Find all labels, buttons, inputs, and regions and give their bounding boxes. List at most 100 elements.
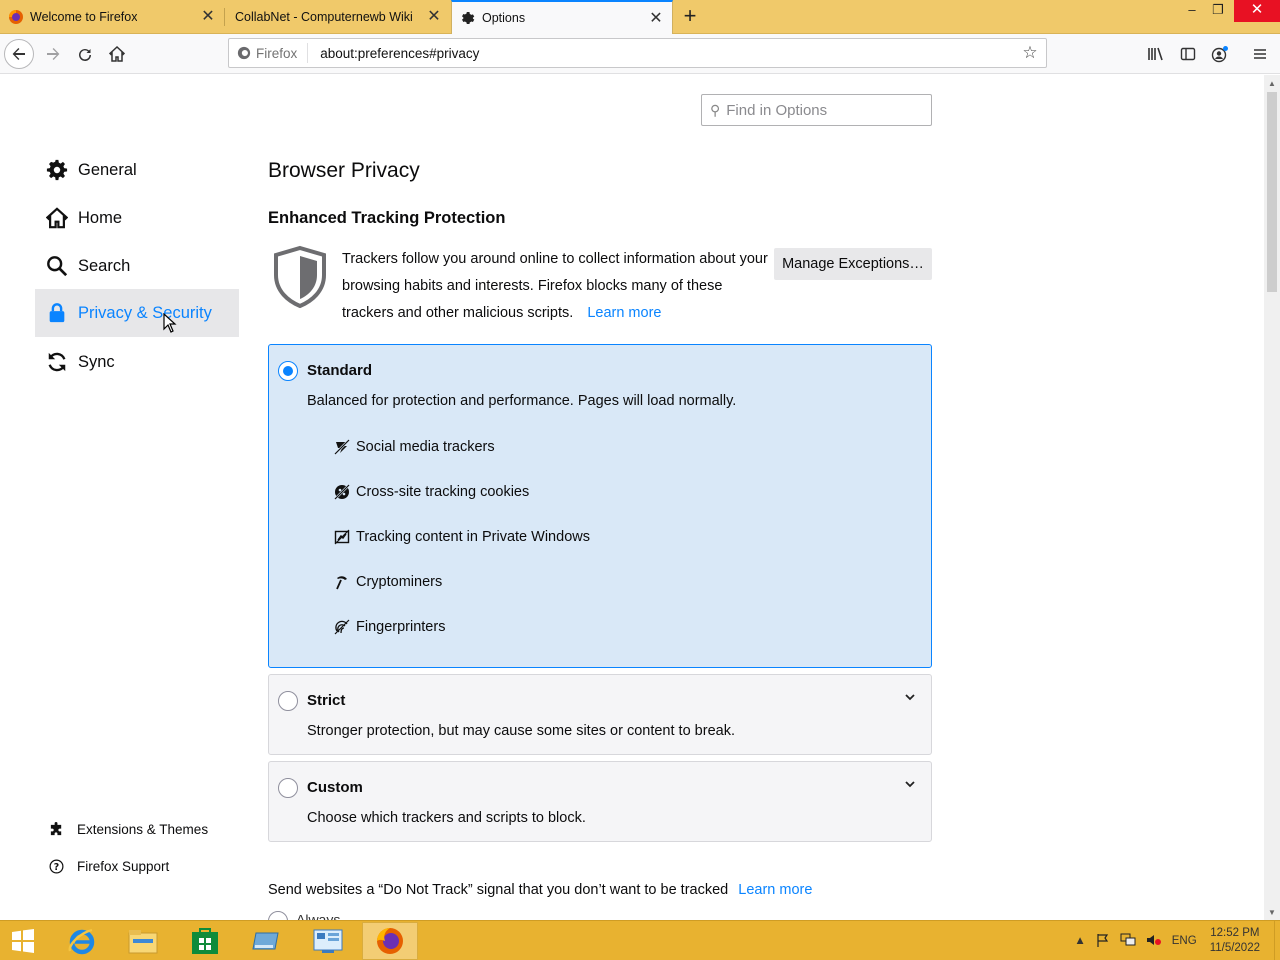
- tab-options[interactable]: Options ✕: [451, 0, 673, 34]
- custom-radio[interactable]: [278, 778, 298, 798]
- network-icon[interactable]: [1120, 933, 1136, 950]
- preferences-page: ⚲ Find in Options General Home Search Pr…: [0, 75, 1264, 920]
- url-text[interactable]: about:preferences#privacy: [320, 46, 479, 61]
- firefox-icon: [237, 46, 251, 60]
- search-placeholder: Find in Options: [726, 101, 828, 119]
- close-icon[interactable]: ✕: [648, 11, 664, 27]
- control-panel-icon: [313, 929, 343, 953]
- account-icon: [1211, 46, 1228, 63]
- dnt-learn-more-link[interactable]: Learn more: [738, 882, 812, 898]
- tracker-label: Tracking content in Private Windows: [356, 529, 590, 545]
- address-bar[interactable]: Firefox about:preferences#privacy ☆: [228, 38, 1047, 68]
- sidebar-item-privacy-security[interactable]: Privacy & Security: [35, 289, 239, 337]
- mouse-cursor-icon: [163, 313, 177, 333]
- chevron-down-icon[interactable]: [905, 777, 915, 791]
- library-button[interactable]: [1141, 39, 1171, 69]
- extensions-themes-link[interactable]: Extensions & Themes: [48, 821, 208, 837]
- back-button[interactable]: [4, 39, 34, 69]
- internet-explorer-icon: [68, 928, 95, 955]
- tracking-content-icon: [334, 529, 350, 545]
- sidebar-icon: [1180, 47, 1196, 61]
- sidebar-item-label: Sync: [78, 352, 115, 371]
- tab-collabnet-wiki[interactable]: CollabNet - Computernewb Wiki ✕: [225, 0, 450, 34]
- tab-title: Options: [482, 11, 526, 25]
- chevron-up-icon[interactable]: ▲: [1074, 935, 1085, 947]
- restore-button[interactable]: ❐: [1202, 0, 1234, 22]
- language-indicator[interactable]: ENG: [1172, 935, 1197, 947]
- always-label: Always: [296, 911, 341, 920]
- do-not-track-text: Send websites a “Do Not Track” signal th…: [268, 882, 812, 898]
- etp-description-text: Trackers follow you around online to col…: [342, 251, 768, 321]
- taskbar-file-explorer[interactable]: [115, 922, 171, 960]
- account-button[interactable]: [1205, 39, 1235, 69]
- search-icon: [45, 254, 69, 278]
- chevron-down-icon[interactable]: [905, 690, 915, 704]
- tab-welcome-to-firefox[interactable]: Welcome to Firefox ✕: [0, 0, 224, 34]
- taskbar-firefox[interactable]: [362, 922, 418, 960]
- reload-button[interactable]: [70, 39, 100, 69]
- sidebar-item-general[interactable]: General: [35, 146, 239, 194]
- close-icon[interactable]: ✕: [200, 9, 216, 25]
- gear-icon: [45, 158, 69, 182]
- menu-button[interactable]: [1245, 39, 1275, 69]
- tracker-item: Tracking content in Private Windows: [334, 529, 590, 545]
- volume-muted-icon[interactable]: [1146, 933, 1162, 950]
- home-icon: [45, 206, 69, 230]
- tracker-label: Fingerprinters: [356, 619, 446, 635]
- puzzle-icon: [48, 821, 64, 837]
- new-tab-button[interactable]: +: [678, 5, 702, 29]
- learn-more-link[interactable]: Learn more: [587, 305, 661, 321]
- close-window-button[interactable]: ✕: [1234, 0, 1280, 22]
- identity-box[interactable]: Firefox: [229, 43, 309, 63]
- sidebar-item-home[interactable]: Home: [35, 194, 239, 242]
- sidebar-item-sync[interactable]: Sync: [35, 338, 239, 386]
- scroll-down-arrow-icon[interactable]: ▼: [1268, 908, 1276, 917]
- taskbar-app-drive[interactable]: [238, 922, 294, 960]
- option-custom[interactable]: Custom Choose which trackers and scripts…: [268, 761, 932, 842]
- option-strict[interactable]: Strict Stronger protection, but may caus…: [268, 674, 932, 755]
- clock-time: 12:52 PM: [1210, 927, 1260, 939]
- flag-icon[interactable]: [1096, 933, 1110, 950]
- option-title: Custom: [307, 779, 363, 796]
- show-desktop-button[interactable]: [1274, 921, 1280, 960]
- close-icon[interactable]: ✕: [426, 9, 442, 25]
- firefox-support-link[interactable]: ? Firefox Support: [48, 858, 169, 874]
- sidebar-button[interactable]: [1173, 39, 1203, 69]
- vertical-scrollbar[interactable]: ▲ ▼: [1264, 75, 1280, 920]
- firefox-icon: [8, 9, 24, 25]
- tracker-label: Cross-site tracking cookies: [356, 484, 530, 500]
- page-title: Browser Privacy: [268, 159, 420, 182]
- sync-icon: [45, 350, 69, 374]
- reload-icon: [79, 48, 91, 61]
- sidebar-item-label: Search: [78, 256, 131, 275]
- standard-radio[interactable]: [278, 361, 298, 381]
- windows-taskbar: ▲ ENG 12:52 PM 11/5/2022: [0, 920, 1280, 960]
- strict-radio[interactable]: [278, 691, 298, 711]
- manage-exceptions-button[interactable]: Manage Exceptions…: [774, 248, 932, 280]
- tab-strip: Welcome to Firefox ✕ CollabNet - Compute…: [0, 0, 1280, 34]
- home-button[interactable]: [102, 39, 132, 69]
- identity-label: Firefox: [256, 45, 298, 61]
- sidebar-item-search[interactable]: Search: [35, 242, 239, 290]
- arrow-right-icon: [47, 48, 60, 60]
- forward-button[interactable]: [38, 39, 68, 69]
- home-icon: [109, 46, 125, 62]
- always-radio[interactable]: [268, 911, 288, 920]
- tracker-label: Social media trackers: [356, 439, 495, 455]
- library-icon: [1148, 47, 1163, 61]
- scroll-up-arrow-icon[interactable]: ▲: [1268, 79, 1276, 88]
- help-icon: ?: [48, 858, 64, 874]
- taskbar-internet-explorer[interactable]: [54, 922, 110, 960]
- clock[interactable]: 12:52 PM 11/5/2022: [1210, 926, 1260, 956]
- taskbar-store[interactable]: [177, 922, 233, 960]
- star-icon[interactable]: ☆: [1020, 43, 1040, 63]
- social-tracker-icon: [334, 439, 350, 455]
- tab-title: Welcome to Firefox: [30, 10, 138, 24]
- taskbar-control-panel[interactable]: [300, 922, 356, 960]
- clock-date: 11/5/2022: [1209, 942, 1260, 954]
- find-in-options-input[interactable]: ⚲ Find in Options: [701, 94, 932, 126]
- option-standard[interactable]: Standard Balanced for protection and per…: [268, 344, 932, 668]
- start-button[interactable]: [6, 927, 42, 955]
- scrollbar-thumb[interactable]: [1267, 92, 1277, 292]
- dnt-always-option[interactable]: Always: [268, 911, 340, 920]
